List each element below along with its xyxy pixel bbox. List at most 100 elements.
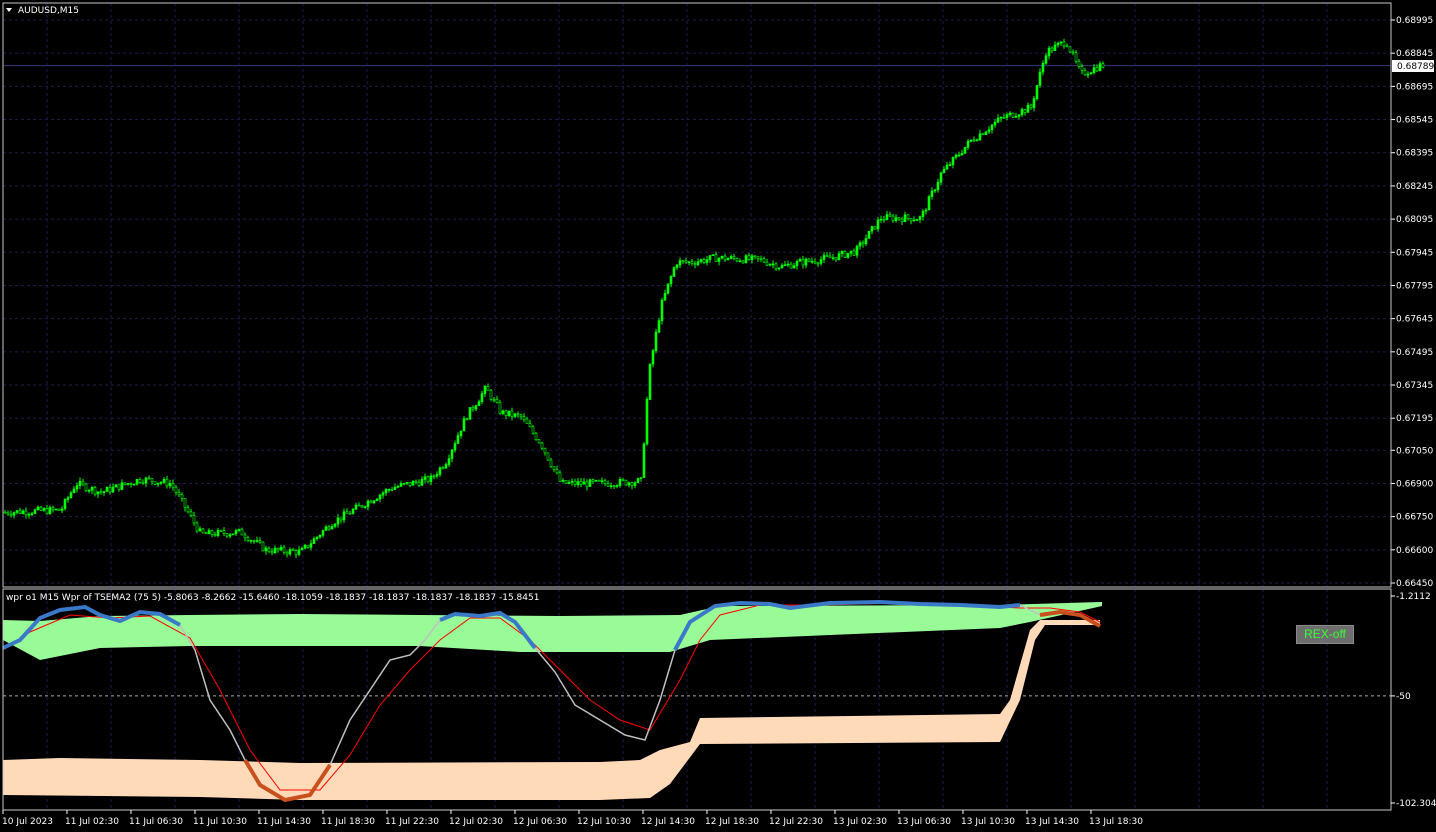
candle-body [657, 320, 661, 333]
candle-body [318, 534, 322, 538]
rex-toggle-button[interactable]: REX-off [1296, 625, 1354, 644]
candle-body [39, 506, 43, 511]
candle-body [483, 385, 487, 394]
candle-body [348, 512, 352, 515]
candle-body [672, 267, 676, 277]
candle-body [336, 517, 340, 525]
candle-body [789, 263, 793, 269]
candle-body [285, 551, 289, 555]
candle-body [636, 478, 640, 483]
candle-body [765, 261, 769, 266]
candle-body [687, 261, 691, 264]
candle-body [435, 474, 439, 477]
candle-body [783, 264, 787, 266]
candle-body [324, 526, 328, 531]
candle-body [663, 293, 667, 301]
candle-body [555, 469, 559, 474]
candle-body [399, 483, 403, 487]
candle-body [345, 511, 349, 514]
candle-body [960, 153, 964, 156]
candle-body [387, 489, 391, 491]
candle-body [462, 418, 466, 432]
candle-body [381, 492, 385, 496]
candle-body [150, 478, 154, 483]
candle-body [456, 435, 460, 444]
candle-body [930, 190, 934, 197]
candle-body [600, 480, 604, 483]
candle-body [888, 214, 892, 217]
price-level-label: 0.68695 [1396, 82, 1433, 92]
time-axis-label: 11 Jul 06:30 [129, 817, 183, 827]
time-axis-label: 11 Jul 22:30 [385, 817, 439, 827]
candle-body [597, 479, 601, 482]
candle-body [837, 253, 841, 261]
candle-body [492, 399, 496, 401]
candle-body [537, 439, 541, 444]
candle-body [30, 513, 34, 515]
candle-body [417, 482, 421, 486]
candle-body [609, 485, 613, 488]
candle-body [219, 529, 223, 532]
candle-body [804, 258, 808, 266]
candle-body [1023, 109, 1027, 113]
collapse-triangle-icon[interactable] [6, 8, 12, 12]
candle-body [489, 389, 493, 400]
time-axis-label: 11 Jul 18:30 [321, 817, 375, 827]
candle-body [465, 418, 469, 420]
candle-body [645, 399, 649, 445]
candle-body [948, 164, 952, 166]
price-level-label: 0.68995 [1396, 16, 1433, 26]
candle-body [72, 488, 76, 493]
candle-body [891, 215, 895, 222]
candle-body [426, 476, 430, 483]
candle-body [855, 245, 859, 256]
candle-body [594, 479, 598, 482]
candle-body [870, 226, 874, 232]
chart-canvas[interactable]: 0.68995 0.68845 0.68695 0.68545 0.68395 0.682… [0, 0, 1436, 832]
candle-body [480, 393, 484, 402]
candle-body [969, 139, 973, 142]
candle-body [1011, 112, 1015, 118]
candle-body [27, 513, 31, 516]
candle-body [135, 479, 139, 485]
upper-zone-band [3, 602, 1102, 660]
candle-body [165, 478, 169, 487]
candle-body [678, 260, 682, 266]
candle-body [144, 477, 148, 484]
price-level-label: 0.67050 [1396, 446, 1433, 456]
candle-body [102, 491, 106, 493]
candle-body [648, 363, 652, 400]
candle-body [3, 511, 7, 514]
candle-body [510, 410, 514, 417]
candle-body [720, 255, 724, 259]
candle-body [825, 255, 829, 257]
candle-body [141, 482, 145, 484]
candle-body [543, 447, 547, 454]
candle-body [261, 541, 265, 552]
time-axis-label: 11 Jul 02:30 [65, 817, 119, 827]
candle-body [768, 263, 772, 266]
candle-body [564, 479, 568, 484]
candle-body [54, 508, 58, 511]
candle-body [339, 517, 343, 521]
candle-body [471, 407, 475, 410]
price-level-label: 0.67945 [1396, 248, 1433, 258]
candle-body [351, 508, 355, 514]
candle-body [894, 217, 898, 222]
indicator-title: wpr o1 M15 Wpr of TSEMA2 (75 5) -5.8063 … [6, 593, 539, 603]
candle-body [1089, 72, 1093, 75]
candle-body [546, 452, 550, 461]
candle-body [729, 256, 733, 259]
candle-body [246, 537, 250, 542]
candle-body [300, 547, 304, 551]
candle-body [816, 262, 820, 265]
candle-body [234, 530, 238, 535]
candle-body [738, 260, 742, 263]
candle-body [192, 515, 196, 524]
candle-body [981, 133, 985, 136]
time-axis-label: 12 Jul 18:30 [705, 817, 759, 827]
candle-body [900, 218, 904, 223]
candle-body [1026, 104, 1030, 113]
candle-body [906, 214, 910, 219]
candle-body [936, 181, 940, 191]
